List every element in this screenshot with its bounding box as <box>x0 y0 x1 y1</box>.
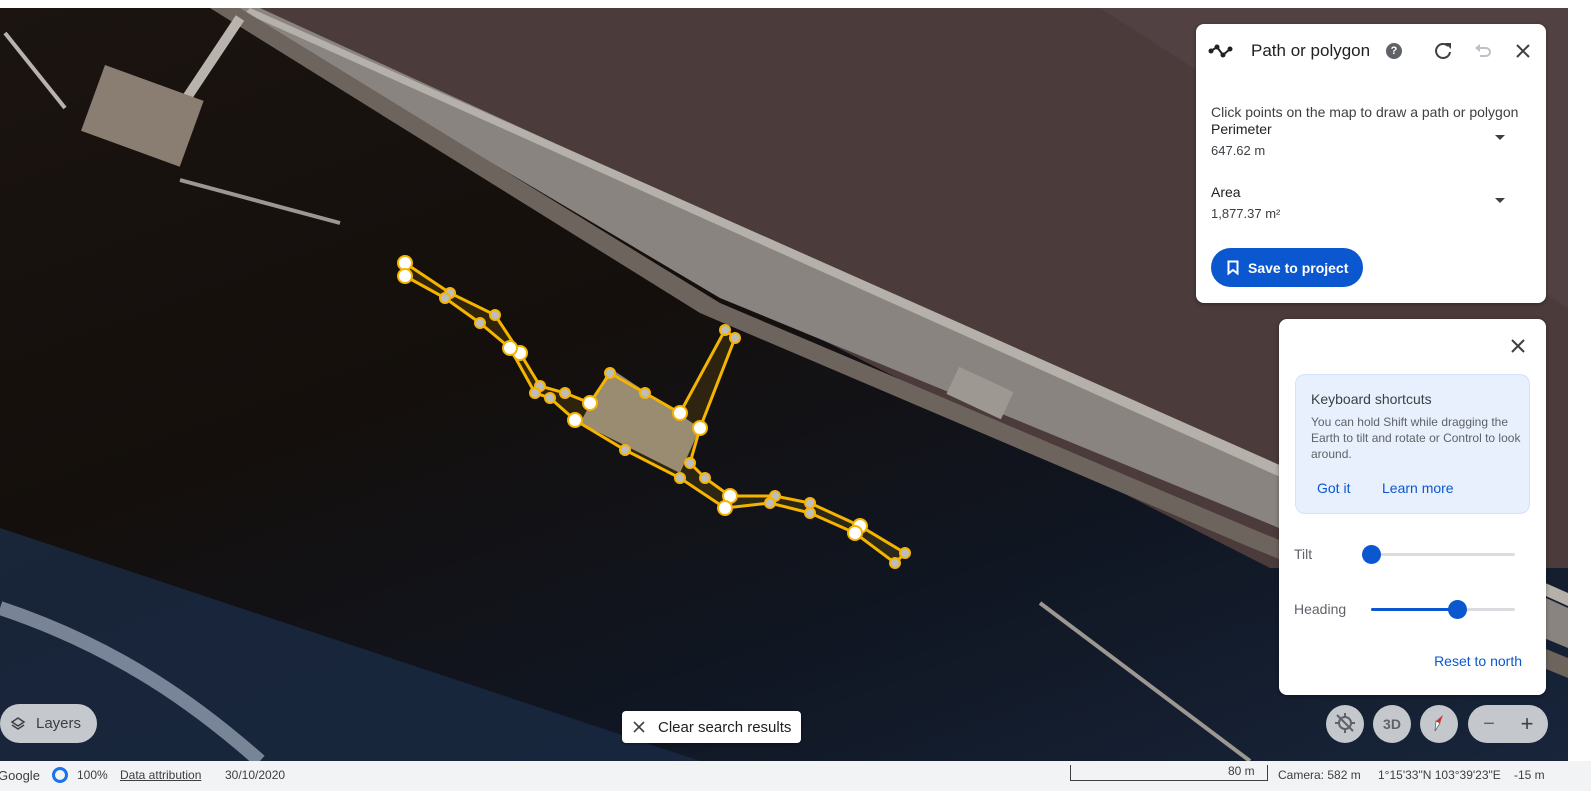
clear-search-results-button[interactable]: Clear search results <box>622 711 801 743</box>
tilt-label: Tilt <box>1294 546 1313 562</box>
area-row[interactable]: Area 1,877.37 m² <box>1211 184 1531 228</box>
status-bar: Google 100% Data attribution 30/10/2020 … <box>0 761 1591 791</box>
deep-water <box>0 528 700 761</box>
polygon-vertex[interactable] <box>474 317 486 329</box>
measure-panel-header: Path or polygon ? <box>1196 24 1546 78</box>
polygon-vertex[interactable] <box>619 444 631 456</box>
tilt-slider-thumb[interactable] <box>1362 545 1381 564</box>
polygon-vertex[interactable] <box>397 268 413 284</box>
jetty-platform <box>81 65 204 167</box>
camera-altitude: Camera: 582 m <box>1278 768 1361 782</box>
polygon-vertex[interactable] <box>889 557 901 569</box>
layers-icon <box>10 716 26 732</box>
polygon-vertex[interactable] <box>502 340 518 356</box>
redo-icon[interactable] <box>1432 40 1454 62</box>
chevron-down-icon[interactable] <box>1495 135 1505 140</box>
area-value: 1,877.37 m² <box>1211 206 1281 221</box>
close-icon[interactable] <box>1508 336 1528 356</box>
polygon-vertex[interactable] <box>397 255 413 271</box>
reset-to-north-button[interactable]: Reset to north <box>1434 653 1522 669</box>
earth-viewport: Path or polygon ? Click points on the ma… <box>0 0 1591 803</box>
polygon-vertex[interactable] <box>439 292 451 304</box>
zoom-controls: − + <box>1468 705 1548 743</box>
load-progress-icon <box>52 767 68 783</box>
learn-more-link[interactable]: Learn more <box>1382 480 1454 496</box>
path-icon <box>1208 40 1234 62</box>
polygon-vertex[interactable] <box>529 387 541 399</box>
heading-label: Heading <box>1294 601 1347 617</box>
measure-title: Path or polygon <box>1251 41 1371 60</box>
polygon-vertex[interactable] <box>692 420 708 436</box>
window-edge-bottom <box>0 791 1591 803</box>
measure-panel: Path or polygon ? Click points on the ma… <box>1196 24 1546 303</box>
perimeter-value: 647.62 m <box>1211 143 1266 158</box>
scale-label: 80 m <box>1228 764 1255 778</box>
bookmark-icon <box>1227 260 1239 275</box>
chevron-down-icon[interactable] <box>1495 198 1505 203</box>
polygon-vertex[interactable] <box>582 395 598 411</box>
got-it-button[interactable]: Got it <box>1317 480 1350 496</box>
polygon-vertex[interactable] <box>764 497 776 509</box>
shortcuts-text: You can hold Shift while dragging the Ea… <box>1311 415 1521 461</box>
polygon-vertex[interactable] <box>544 392 556 404</box>
perimeter-label: Perimeter <box>1211 121 1272 137</box>
polygon-vertex[interactable] <box>639 387 651 399</box>
imagery-date: 30/10/2020 <box>225 768 286 782</box>
zoom-in-button[interactable]: + <box>1514 711 1540 737</box>
perimeter-row[interactable]: Perimeter 647.62 m <box>1211 121 1531 165</box>
compass-icon <box>1428 712 1450 737</box>
area-label: Area <box>1211 184 1241 200</box>
undo-icon[interactable] <box>1472 40 1494 62</box>
3d-label: 3D <box>1383 716 1401 732</box>
data-attribution-link[interactable]: Data attribution <box>120 768 201 782</box>
polygon-vertex[interactable] <box>674 472 686 484</box>
keyboard-shortcuts-card: Keyboard shortcuts You can hold Shift wh… <box>1295 374 1530 514</box>
polygon-vertex[interactable] <box>804 507 816 519</box>
polygon-vertex[interactable] <box>684 457 696 469</box>
polygon-vertex[interactable] <box>604 367 616 379</box>
location-off-icon <box>1334 712 1356 737</box>
polygon-vertex[interactable] <box>804 497 816 509</box>
heading-slider-thumb[interactable] <box>1448 600 1468 619</box>
navigation-panel: Keyboard shortcuts You can hold Shift wh… <box>1279 319 1546 695</box>
help-icon[interactable]: ? <box>1386 43 1402 59</box>
clear-search-label: Clear search results <box>658 718 792 736</box>
polygon-vertex[interactable] <box>899 547 911 559</box>
close-icon[interactable] <box>1512 40 1534 62</box>
jetty-bridge <box>175 15 245 111</box>
3d-toggle-button[interactable]: 3D <box>1373 705 1411 743</box>
window-edge <box>1568 0 1591 761</box>
polygon-vertex[interactable] <box>847 525 863 541</box>
my-location-button[interactable] <box>1326 705 1364 743</box>
polygon-vertex[interactable] <box>719 324 731 336</box>
polygon-vertex[interactable] <box>559 387 571 399</box>
close-icon <box>632 720 646 734</box>
polygon-vertex[interactable] <box>489 309 501 321</box>
layers-label: Layers <box>36 715 82 732</box>
zoom-out-button[interactable]: − <box>1476 711 1502 737</box>
coordinates: 1°15'33"N 103°39'23"E <box>1378 768 1501 782</box>
save-to-project-label: Save to project <box>1248 259 1349 276</box>
heading-slider-fill <box>1371 608 1458 611</box>
polygon-vertex[interactable] <box>699 472 711 484</box>
layers-button[interactable]: Layers <box>0 704 97 743</box>
load-percent: 100% <box>77 768 108 782</box>
google-brand: Google <box>0 768 40 783</box>
polygon-vertex[interactable] <box>672 405 688 421</box>
elevation: -15 m <box>1514 768 1545 782</box>
jetty-left <box>3 31 67 110</box>
polygon-vertex[interactable] <box>717 500 733 516</box>
compass-button[interactable] <box>1420 705 1458 743</box>
pier-right <box>1038 601 1252 761</box>
shortcuts-title: Keyboard shortcuts <box>1311 391 1432 407</box>
jetty-walkway <box>179 178 341 225</box>
polygon-vertex[interactable] <box>729 332 741 344</box>
tilt-slider[interactable] <box>1362 545 1515 564</box>
measure-hint: Click points on the map to draw a path o… <box>1211 104 1519 120</box>
save-to-project-button[interactable]: Save to project <box>1211 248 1363 287</box>
polygon-vertex[interactable] <box>567 412 583 428</box>
heading-slider[interactable] <box>1371 600 1515 619</box>
